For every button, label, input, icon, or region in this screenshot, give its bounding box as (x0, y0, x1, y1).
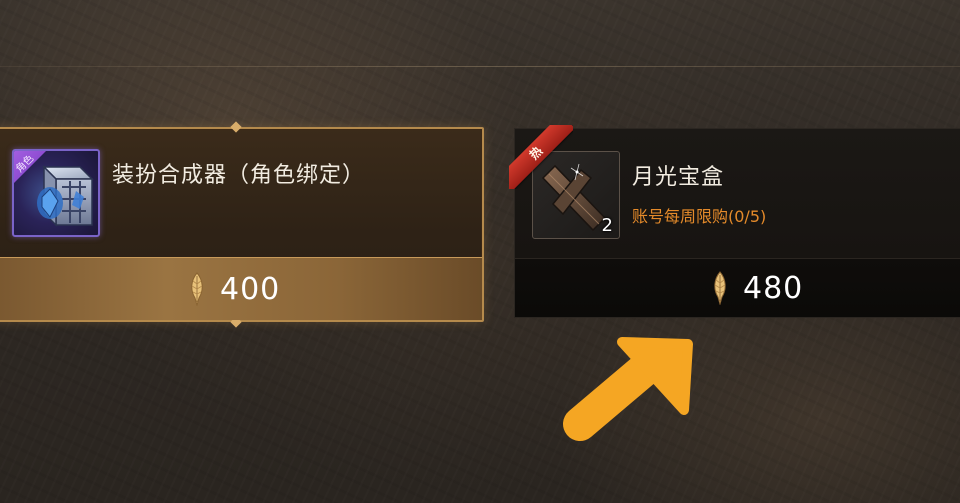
header-divider (0, 66, 960, 67)
synthesizer-item-icon[interactable]: 角色 (12, 149, 100, 237)
purchase-limit: 账号每周限购(0/5) (632, 207, 767, 226)
item-quantity: 2 (601, 215, 613, 236)
price: 400 (188, 258, 280, 320)
item-name: 月光宝盒 (632, 165, 725, 190)
feather-icon (714, 271, 726, 305)
card-top-ornament (230, 121, 242, 133)
hot-ribbon: 热 (509, 125, 573, 189)
price-value: 480 (743, 270, 804, 306)
item-name: 装扮合成器（角色绑定） (112, 163, 366, 188)
pointer-arrow-icon (563, 337, 693, 441)
shop-screen: 角色 装扮合成器（角色绑定） 400 热 2 月光宝盒 账号每周限购(0/5) … (0, 0, 960, 503)
price: 480 (711, 259, 803, 317)
shop-item-card-moonlight-box[interactable]: 热 2 月光宝盒 账号每周限购(0/5) 480 (509, 125, 960, 318)
feather-icon (191, 272, 203, 306)
price-value: 400 (220, 271, 281, 307)
hot-ribbon-label: 热 (509, 125, 573, 189)
shop-item-card-synthesizer[interactable]: 角色 装扮合成器（角色绑定） 400 (0, 121, 484, 328)
price-bar[interactable]: 400 (0, 257, 482, 320)
price-bar[interactable]: 480 (515, 258, 960, 317)
